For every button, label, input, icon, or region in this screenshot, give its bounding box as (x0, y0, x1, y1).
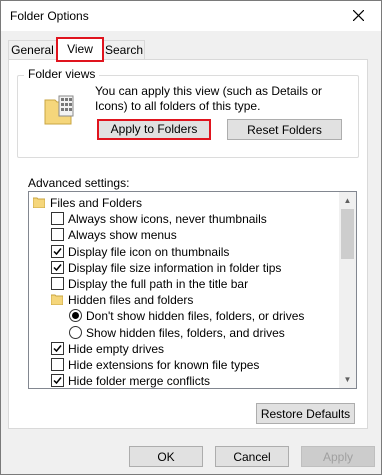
tab-view[interactable]: View (56, 37, 104, 62)
cancel-button[interactable]: Cancel (215, 446, 289, 467)
tree-item-label: Display the full path in the title bar (68, 277, 249, 291)
checkbox[interactable] (51, 358, 64, 371)
checkbox[interactable] (51, 260, 64, 274)
checkmark-icon (53, 247, 62, 255)
close-icon (353, 10, 364, 21)
folder-icon (51, 294, 63, 306)
tab-general[interactable]: General (8, 40, 57, 60)
radio-button[interactable] (69, 325, 82, 339)
tree-item-label: Hide empty drives (68, 341, 165, 356)
button-label: OK (157, 450, 175, 464)
tree-item-label: Hide extensions for known file types (68, 358, 260, 372)
checkbox[interactable] (51, 341, 64, 355)
checkbox[interactable] (51, 212, 64, 226)
checkmark-icon (53, 263, 62, 271)
vertical-scrollbar[interactable]: ▲ ▼ (339, 192, 356, 388)
scroll-down-arrow[interactable]: ▼ (339, 371, 356, 388)
restore-defaults-button[interactable]: Restore Defaults (256, 403, 355, 424)
checkbox[interactable] (51, 277, 64, 290)
checkbox[interactable] (51, 228, 64, 242)
tree-item-label: Hide folder merge conflicts (68, 374, 211, 389)
apply-to-folders-button[interactable]: Apply to Folders (97, 119, 211, 140)
ok-button[interactable]: OK (129, 446, 203, 467)
button-label: Apply to Folders (110, 122, 198, 136)
button-label: Restore Defaults (260, 407, 351, 421)
scroll-thumb[interactable] (341, 209, 354, 259)
scroll-up-arrow[interactable]: ▲ (339, 192, 356, 209)
tree-item-label: Show hidden files, folders, and drives (86, 325, 285, 340)
tab-label: View (67, 42, 93, 56)
reset-folders-button[interactable]: Reset Folders (227, 119, 342, 140)
tree-item-label: Don't show hidden files, folders, or dri… (86, 309, 305, 324)
tree-item-label: Display file icon on thumbnails (68, 244, 230, 259)
apply-button[interactable]: Apply (301, 446, 375, 467)
checkbox[interactable] (51, 374, 64, 388)
button-label: Reset Folders (247, 123, 322, 137)
folder-views-description: You can apply this view (such as Details… (95, 84, 323, 113)
tree-item-label: Hidden files and folders (68, 293, 194, 308)
checkmark-icon (53, 377, 62, 385)
checkmark-icon (53, 344, 62, 352)
tree-item-label: Always show menus (68, 228, 177, 243)
checkbox[interactable] (51, 244, 64, 258)
tree-item-label: Always show icons, never thumbnails (68, 212, 267, 227)
tab-label: Search (104, 43, 144, 57)
folder-options-dialog: Folder Options General View Search Folde… (0, 0, 382, 475)
close-button[interactable] (337, 1, 381, 31)
folder-views-title: Folder views (24, 67, 100, 81)
advanced-settings-tree[interactable]: Files and Folders Always show icons, neve… (28, 191, 357, 389)
title-bar: Folder Options (1, 1, 381, 31)
button-label: Cancel (233, 450, 271, 464)
window-title: Folder Options (10, 9, 89, 23)
advanced-settings-label: Advanced settings: (28, 176, 130, 190)
button-label: Apply (322, 450, 354, 464)
tree-item-label: Display file size information in folder … (68, 260, 282, 275)
folder-icon (33, 197, 45, 208)
radio-button[interactable] (69, 309, 82, 323)
tree-item-label: Files and Folders (50, 196, 143, 210)
folder-view-icon (43, 92, 77, 126)
tab-label: General (11, 43, 54, 57)
tab-search[interactable]: Search (103, 40, 145, 60)
